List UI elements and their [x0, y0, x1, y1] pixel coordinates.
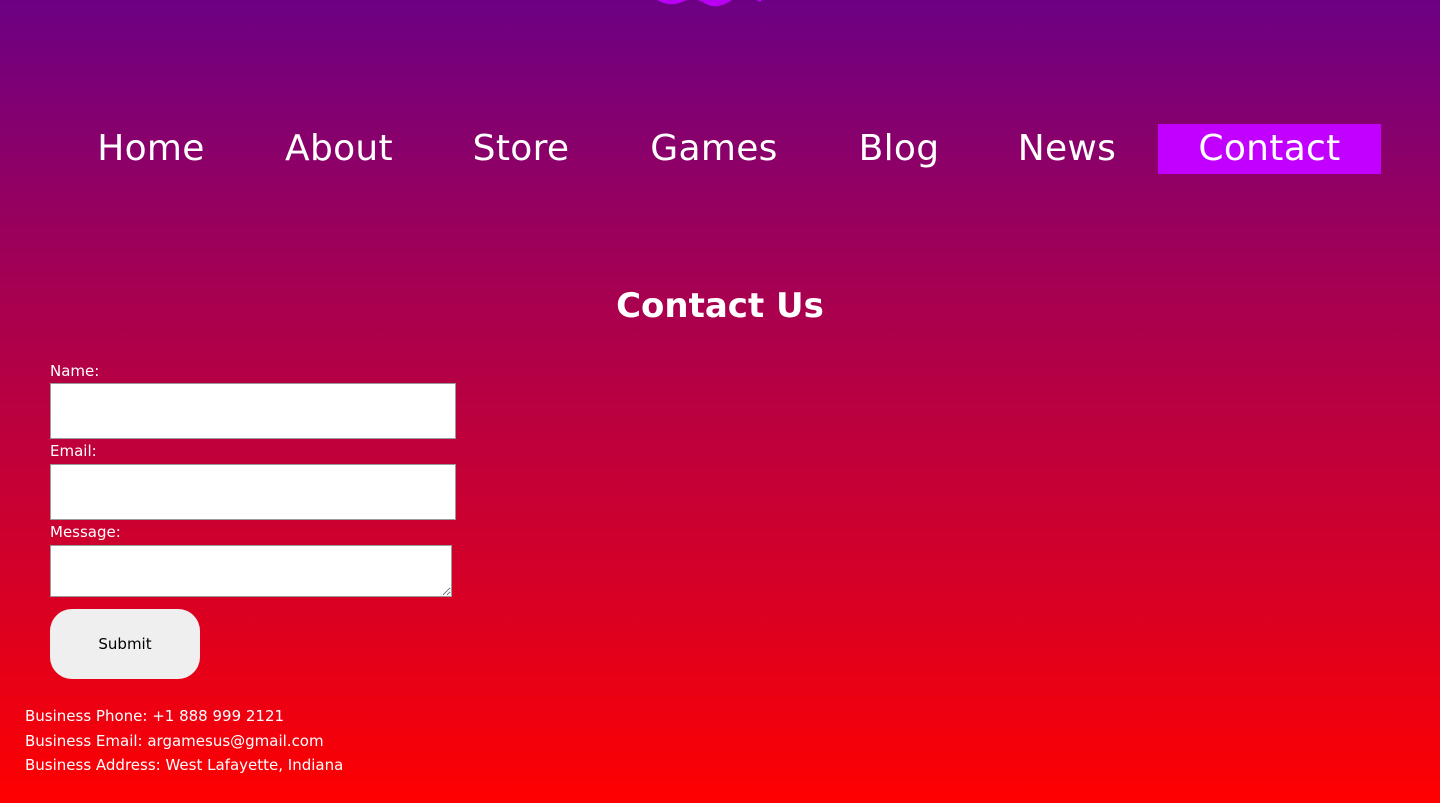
nav-contact[interactable]: Contact — [1158, 124, 1381, 174]
nav-games[interactable]: Games — [628, 124, 800, 174]
message-label: Message: — [50, 523, 121, 541]
business-phone: Business Phone: +1 888 999 2121 — [25, 707, 285, 725]
submit-button[interactable]: Submit — [50, 609, 200, 679]
nav-store[interactable]: Store — [440, 124, 602, 174]
page-title: Contact Us — [616, 286, 824, 326]
email-label: Email: — [50, 442, 97, 460]
message-field[interactable] — [50, 545, 452, 597]
name-label: Name: — [50, 362, 100, 380]
logo-icon — [648, 0, 770, 8]
business-email: Business Email: argamesus@gmail.com — [25, 732, 324, 750]
nav-blog[interactable]: Blog — [820, 124, 978, 174]
email-field[interactable] — [50, 464, 456, 520]
nav-about[interactable]: About — [258, 124, 420, 174]
business-address: Business Address: West Lafayette, Indian… — [25, 756, 344, 774]
nav-home[interactable]: Home — [70, 124, 232, 174]
name-field[interactable] — [50, 383, 456, 439]
nav-news[interactable]: News — [990, 124, 1144, 174]
